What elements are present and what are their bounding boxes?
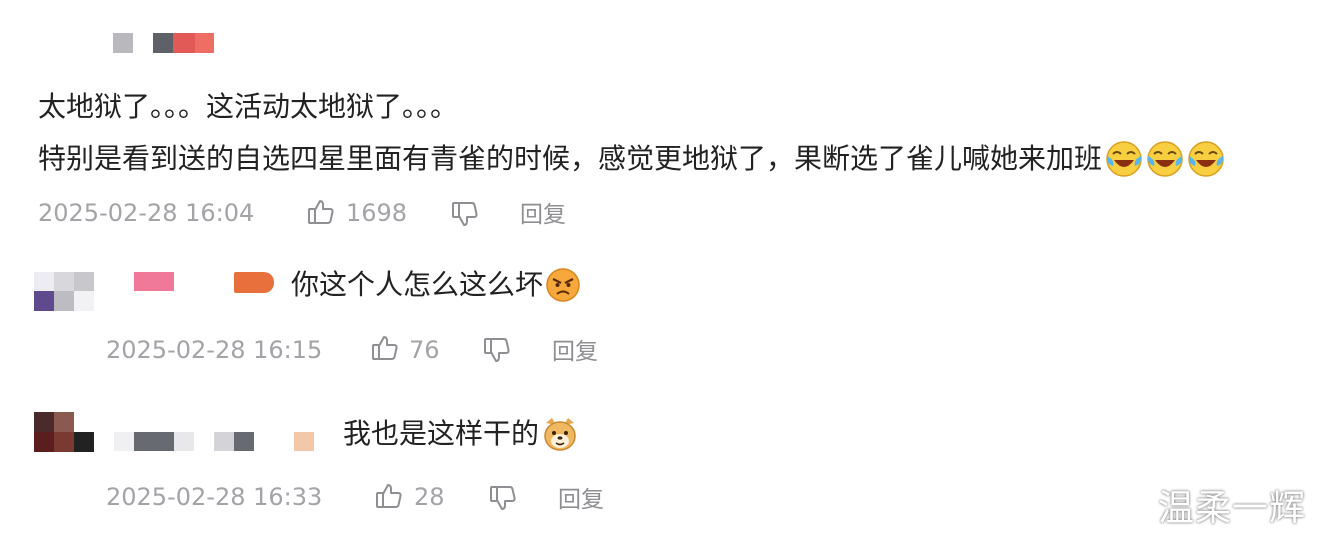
dislike-icon[interactable] <box>488 483 518 513</box>
dislike-icon[interactable] <box>450 199 480 229</box>
reply-2-timestamp: 2025-02-28 16:33 <box>106 483 323 511</box>
watermark: 温柔一辉 <box>1158 488 1307 529</box>
main-comment-like-count: 1698 <box>346 199 408 227</box>
laughing-tears-emoji <box>1105 140 1143 178</box>
reply-1-like-count: 76 <box>409 336 440 364</box>
main-comment-line-2-row: 特别是看到送的自选四星里面有青雀的时候，感觉更地狱了，果断选了雀儿喊她来加班 <box>38 140 1225 178</box>
like-icon[interactable] <box>374 481 404 511</box>
reply-2-text: 我也是这样干的 <box>343 417 540 450</box>
like-icon[interactable] <box>306 197 336 227</box>
reply-2-content: 我也是这样干的 <box>343 415 579 453</box>
main-comment-timestamp: 2025-02-28 16:04 <box>38 199 255 227</box>
reply-1-text: 你这个人怎么这么坏 <box>291 268 544 301</box>
reply-button[interactable]: 回复 <box>520 200 566 230</box>
main-comment-line-2: 特别是看到送的自选四星里面有青雀的时候，感觉更地狱了，果断选了雀儿喊她来加班 <box>38 142 1103 175</box>
doge-emoji <box>541 415 579 453</box>
reply-button[interactable]: 回复 <box>558 485 604 515</box>
laughing-tears-emoji <box>1187 140 1225 178</box>
angry-face-emoji <box>545 267 581 303</box>
like-icon[interactable] <box>370 333 400 363</box>
reply-1-timestamp: 2025-02-28 16:15 <box>106 336 323 364</box>
dislike-icon[interactable] <box>482 335 512 365</box>
reply-1-content: 你这个人怎么这么坏 <box>291 267 581 303</box>
reply-2-like-count: 28 <box>414 483 445 511</box>
laughing-tears-emoji <box>1146 140 1184 178</box>
main-comment-line-1: 太地狱了。。。这活动太地狱了。。。 <box>38 90 459 123</box>
reply-button[interactable]: 回复 <box>552 337 598 367</box>
